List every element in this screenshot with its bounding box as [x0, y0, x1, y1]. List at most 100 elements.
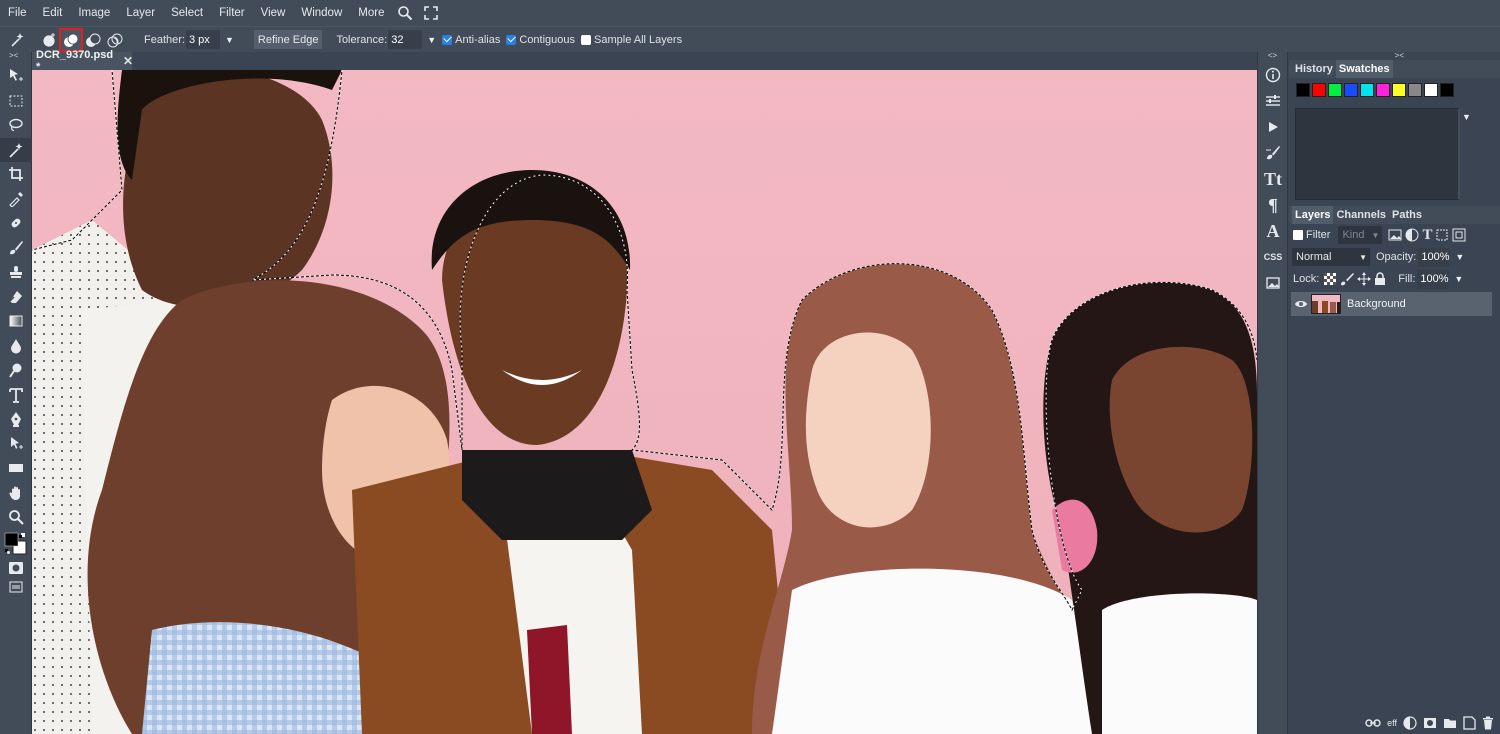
- healing-brush-icon[interactable]: [0, 211, 32, 236]
- menu-window[interactable]: Window: [293, 7, 350, 19]
- lock-all-icon[interactable]: [1374, 272, 1386, 286]
- lock-transparency-icon[interactable]: [1323, 272, 1337, 286]
- document-tab[interactable]: DCR_9370.psd * ✕: [32, 49, 133, 73]
- blur-tool-icon[interactable]: [0, 334, 32, 359]
- layer-mask-icon[interactable]: [1423, 717, 1437, 729]
- tab-channels[interactable]: Channels: [1333, 206, 1389, 224]
- character-panel-icon[interactable]: Tt: [1258, 166, 1288, 192]
- color-swatches-icon[interactable]: [0, 530, 32, 558]
- contiguous-toggle[interactable]: Contiguous: [506, 34, 575, 46]
- lock-pixels-brush-icon[interactable]: [1340, 272, 1355, 286]
- eyedropper-tool-icon[interactable]: [0, 187, 32, 212]
- refine-edge-button[interactable]: Refine Edge: [253, 30, 323, 49]
- swatch-color[interactable]: [1344, 83, 1358, 97]
- magic-wand-tool-icon[interactable]: [6, 29, 28, 51]
- search-icon[interactable]: [392, 0, 418, 26]
- tab-layers[interactable]: Layers: [1292, 206, 1334, 224]
- opacity-input[interactable]: 100%: [1418, 247, 1451, 267]
- tab-history[interactable]: History: [1292, 60, 1336, 78]
- anti-alias-toggle[interactable]: Anti-alias: [442, 34, 500, 46]
- subtract-from-selection-icon[interactable]: [82, 29, 104, 51]
- swatch-color[interactable]: [1376, 83, 1390, 97]
- sample-all-layers-checkbox[interactable]: [581, 34, 592, 45]
- css-panel-icon[interactable]: CSS: [1258, 244, 1288, 270]
- tab-paths[interactable]: Paths: [1389, 206, 1425, 224]
- opacity-dropdown-icon[interactable]: ▼: [1455, 252, 1464, 262]
- collapse-strip-icon[interactable]: <>: [1258, 52, 1287, 62]
- swatch-color[interactable]: [1424, 83, 1438, 97]
- layer-row-background[interactable]: Background: [1291, 292, 1492, 316]
- brush-settings-icon[interactable]: [1258, 140, 1288, 166]
- glyphs-panel-icon[interactable]: A: [1258, 218, 1288, 244]
- fill-dropdown-icon[interactable]: ▼: [1454, 274, 1463, 284]
- menu-layer[interactable]: Layer: [118, 7, 163, 19]
- menu-file[interactable]: File: [0, 7, 35, 19]
- type-tool-icon[interactable]: [0, 383, 32, 408]
- kind-select[interactable]: Kind ▼: [1338, 226, 1383, 244]
- filter-smart-object-icon[interactable]: [1452, 228, 1466, 242]
- filter-checkbox[interactable]: [1293, 230, 1303, 240]
- lock-position-icon[interactable]: [1357, 272, 1372, 286]
- visibility-eye-icon[interactable]: [1291, 300, 1311, 308]
- filter-image-icon[interactable]: [1388, 229, 1402, 241]
- swatch-color[interactable]: [1296, 83, 1310, 97]
- anti-alias-checkbox[interactable]: [442, 34, 453, 45]
- swatches-menu-icon[interactable]: ▼: [1462, 112, 1471, 122]
- brush-tool-icon[interactable]: [0, 236, 32, 261]
- clone-stamp-icon[interactable]: [0, 260, 32, 285]
- lasso-tool-icon[interactable]: [0, 113, 32, 138]
- path-selection-icon[interactable]: [0, 432, 32, 457]
- menu-filter[interactable]: Filter: [211, 7, 253, 19]
- feather-dropdown-icon[interactable]: ▼: [225, 35, 234, 45]
- new-selection-icon[interactable]: [38, 29, 60, 51]
- contiguous-checkbox[interactable]: [506, 34, 517, 45]
- tolerance-dropdown-icon[interactable]: ▼: [427, 35, 436, 45]
- layer-effects-icon[interactable]: eff: [1387, 718, 1397, 728]
- filter-shape-icon[interactable]: [1435, 228, 1449, 242]
- move-tool-icon[interactable]: [0, 64, 32, 89]
- image-canvas[interactable]: [32, 70, 1257, 734]
- fullscreen-icon[interactable]: [418, 0, 444, 26]
- image-panel-icon[interactable]: [1258, 270, 1288, 296]
- sample-all-layers-toggle[interactable]: Sample All Layers: [581, 34, 682, 46]
- filter-adjustment-icon[interactable]: [1405, 228, 1419, 242]
- menu-select[interactable]: Select: [163, 7, 211, 19]
- quick-mask-icon[interactable]: [0, 558, 32, 578]
- swatch-color[interactable]: [1328, 83, 1342, 97]
- collapse-panels-icon[interactable]: ><: [1289, 52, 1500, 60]
- close-document-icon[interactable]: ✕: [123, 54, 133, 68]
- swatch-color[interactable]: [1392, 83, 1406, 97]
- swatch-color[interactable]: [1360, 83, 1374, 97]
- menu-image[interactable]: Image: [70, 7, 118, 19]
- info-icon[interactable]: [1258, 62, 1288, 88]
- gradient-tool-icon[interactable]: [0, 309, 32, 334]
- blend-mode-select[interactable]: Normal ▼: [1292, 248, 1370, 266]
- rectangle-shape-icon[interactable]: [0, 456, 32, 481]
- intersect-selection-icon[interactable]: [104, 29, 126, 51]
- screen-mode-icon[interactable]: [0, 578, 32, 596]
- menu-edit[interactable]: Edit: [35, 7, 71, 19]
- zoom-tool-icon[interactable]: [0, 505, 32, 530]
- pen-tool-icon[interactable]: [0, 407, 32, 432]
- menu-more[interactable]: More: [350, 7, 392, 19]
- new-group-folder-icon[interactable]: [1443, 717, 1457, 729]
- delete-layer-trash-icon[interactable]: [1482, 716, 1494, 730]
- magic-wand-icon[interactable]: [0, 137, 32, 162]
- add-to-selection-icon[interactable]: [59, 27, 83, 52]
- marquee-tool-icon[interactable]: [0, 89, 32, 114]
- dodge-tool-icon[interactable]: [0, 358, 32, 383]
- hand-tool-icon[interactable]: [0, 481, 32, 506]
- paragraph-panel-icon[interactable]: ¶: [1258, 192, 1288, 218]
- tolerance-input[interactable]: 32: [388, 30, 423, 49]
- feather-input[interactable]: 3 px: [185, 30, 220, 49]
- tab-swatches[interactable]: Swatches: [1335, 60, 1393, 78]
- actions-play-icon[interactable]: [1258, 114, 1288, 140]
- swatch-color[interactable]: [1440, 83, 1454, 97]
- fill-input[interactable]: 100%: [1417, 269, 1450, 289]
- crop-tool-icon[interactable]: [0, 162, 32, 187]
- adjustment-layer-icon[interactable]: [1403, 716, 1417, 730]
- swatch-color[interactable]: [1312, 83, 1326, 97]
- menu-view[interactable]: View: [253, 7, 294, 19]
- adjustments-icon[interactable]: [1258, 88, 1288, 114]
- new-layer-icon[interactable]: [1463, 716, 1476, 730]
